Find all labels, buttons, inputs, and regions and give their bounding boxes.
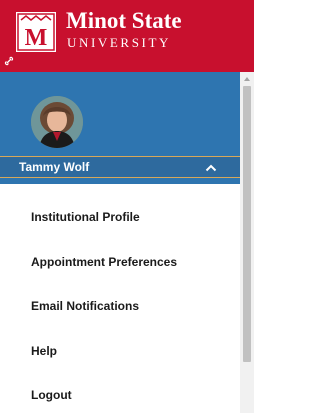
app-header: M Minot State UNIVERSITY bbox=[0, 0, 254, 72]
logo-letter: M bbox=[25, 25, 48, 51]
scroll-up-arrow-icon[interactable] bbox=[243, 76, 251, 82]
menu-item-email-notifications[interactable]: Email Notifications bbox=[31, 299, 139, 314]
menu-item-appointment-preferences[interactable]: Appointment Preferences bbox=[31, 255, 177, 270]
scrollbar[interactable] bbox=[240, 72, 254, 413]
scrollbar-thumb[interactable] bbox=[243, 86, 251, 362]
link-icon bbox=[4, 56, 14, 66]
menu-item-help[interactable]: Help bbox=[31, 344, 57, 359]
user-menu-toggle[interactable]: Tammy Wolf bbox=[0, 156, 240, 178]
avatar[interactable] bbox=[31, 96, 83, 148]
menu-item-institutional-profile[interactable]: Institutional Profile bbox=[31, 210, 140, 225]
chevron-up-icon[interactable] bbox=[205, 163, 217, 172]
menu-item-logout[interactable]: Logout bbox=[31, 388, 72, 403]
minot-state-logo-icon[interactable]: M bbox=[16, 12, 56, 52]
brand-subtitle: UNIVERSITY bbox=[67, 35, 171, 50]
brand-name: Minot State bbox=[66, 8, 182, 33]
user-name: Tammy Wolf bbox=[19, 160, 90, 174]
profile-panel: Tammy Wolf bbox=[0, 72, 240, 184]
